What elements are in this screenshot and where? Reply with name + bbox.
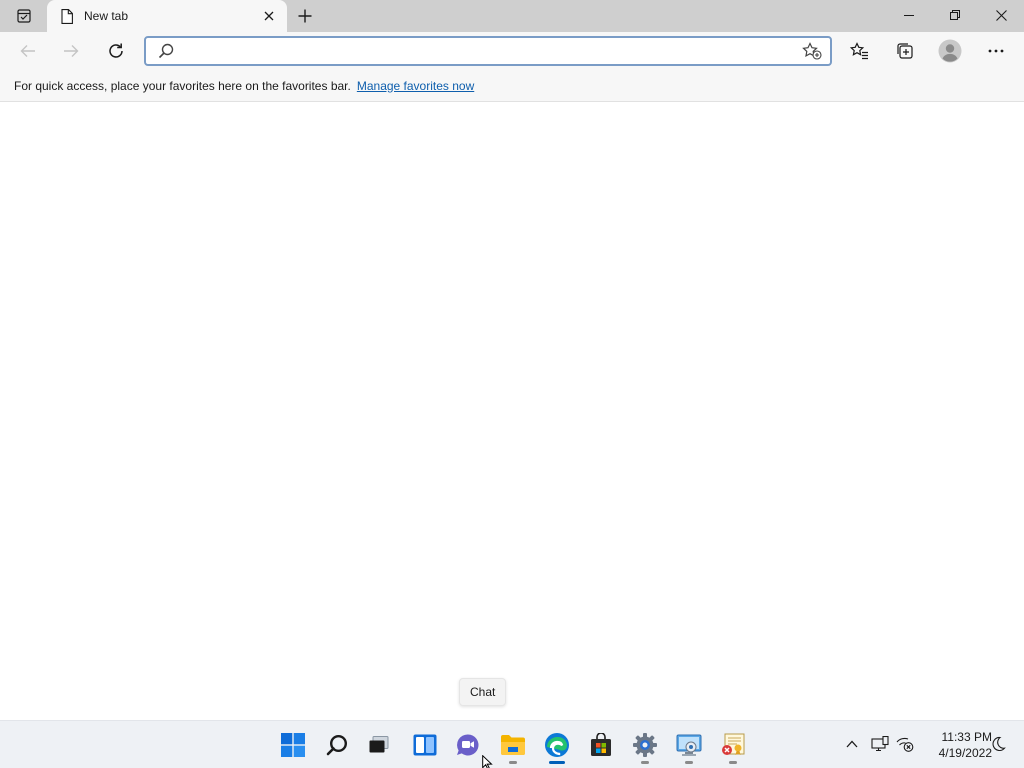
tab-actions-button[interactable] <box>8 4 40 28</box>
settings-and-more-button[interactable] <box>981 36 1011 66</box>
address-bar[interactable] <box>144 36 832 66</box>
mouse-cursor-icon <box>482 755 493 768</box>
running-indicator <box>509 761 517 764</box>
refresh-icon <box>109 43 123 58</box>
file-explorer-button[interactable] <box>495 727 531 764</box>
edge-button[interactable] <box>539 727 575 764</box>
favorites-bar: For quick access, place your favorites h… <box>0 70 1024 102</box>
clock-date: 4/19/2022 <box>938 746 992 760</box>
minimize-icon <box>904 15 914 16</box>
running-indicator <box>685 761 693 764</box>
manage-favorites-link[interactable]: Manage favorites now <box>357 79 474 93</box>
display-icon <box>871 736 889 752</box>
favorites-icon <box>850 42 868 60</box>
chat-button[interactable] <box>450 727 486 763</box>
refresh-button[interactable] <box>102 37 130 65</box>
task-view-icon <box>369 736 389 753</box>
chat-icon <box>457 734 479 756</box>
add-favorite-icon[interactable] <box>802 42 822 60</box>
avatar-icon <box>938 39 962 63</box>
start-icon <box>281 733 305 757</box>
settings-button[interactable] <box>627 727 663 764</box>
tray-display-icon-button[interactable] <box>869 733 891 755</box>
more-icon <box>988 49 1004 53</box>
back-button[interactable] <box>14 37 42 65</box>
forward-button[interactable] <box>57 37 85 65</box>
plus-icon <box>298 9 312 23</box>
widgets-icon <box>413 734 437 756</box>
certificate-manager-icon <box>722 733 745 755</box>
back-arrow-icon <box>20 45 35 57</box>
network-disconnected-icon <box>896 737 914 752</box>
restore-button[interactable] <box>932 0 978 30</box>
profile-button[interactable] <box>935 36 965 66</box>
taskbar-search-button[interactable] <box>319 727 355 763</box>
close-icon <box>995 9 1007 21</box>
tab-new-tab[interactable]: New tab <box>47 0 287 32</box>
task-view-button[interactable] <box>361 727 397 763</box>
page-content <box>0 103 1024 720</box>
collections-button[interactable] <box>890 36 920 66</box>
store-button[interactable] <box>583 727 619 763</box>
navigation-toolbar <box>0 32 1024 70</box>
collections-icon <box>897 43 913 59</box>
remote-desktop-icon <box>676 734 702 756</box>
edge-icon <box>545 733 569 757</box>
page-icon <box>59 8 75 24</box>
tray-network-button[interactable] <box>894 733 916 755</box>
active-indicator <box>549 761 565 764</box>
store-icon <box>591 733 611 756</box>
close-icon <box>264 11 274 21</box>
taskbar-clock[interactable]: 11:33 PM 4/19/2022 <box>920 729 992 761</box>
settings-icon <box>633 733 657 757</box>
taskbar: 11:33 PM 4/19/2022 <box>0 720 1024 768</box>
tab-strip: New tab <box>0 0 1024 32</box>
chevron-up-icon <box>846 740 858 748</box>
chat-tooltip: Chat <box>459 678 507 706</box>
new-tab-button[interactable] <box>292 4 318 28</box>
restore-icon <box>950 10 960 20</box>
close-window-button[interactable] <box>978 0 1024 30</box>
file-explorer-icon <box>501 735 525 755</box>
favorites-bar-message: For quick access, place your favorites h… <box>14 78 351 93</box>
favorites-button[interactable] <box>845 36 875 66</box>
search-icon <box>326 734 348 756</box>
start-button[interactable] <box>275 727 311 763</box>
search-icon <box>158 43 174 59</box>
forward-arrow-icon <box>64 45 79 57</box>
clock-time: 11:33 PM <box>941 730 992 744</box>
minimize-button[interactable] <box>886 0 932 30</box>
close-tab-button[interactable] <box>257 4 281 28</box>
certificate-manager-button[interactable] <box>715 727 751 764</box>
tab-title: New tab <box>84 9 129 23</box>
widgets-button[interactable] <box>407 727 443 763</box>
quiet-hours-moon-icon <box>992 736 1006 752</box>
show-hidden-icons-button[interactable] <box>841 733 863 755</box>
running-indicator <box>641 761 649 764</box>
notifications-button[interactable] <box>987 733 1009 755</box>
tab-actions-icon <box>17 9 31 23</box>
remote-desktop-button[interactable] <box>671 727 707 764</box>
address-input[interactable] <box>180 41 790 61</box>
running-indicator <box>729 761 737 764</box>
